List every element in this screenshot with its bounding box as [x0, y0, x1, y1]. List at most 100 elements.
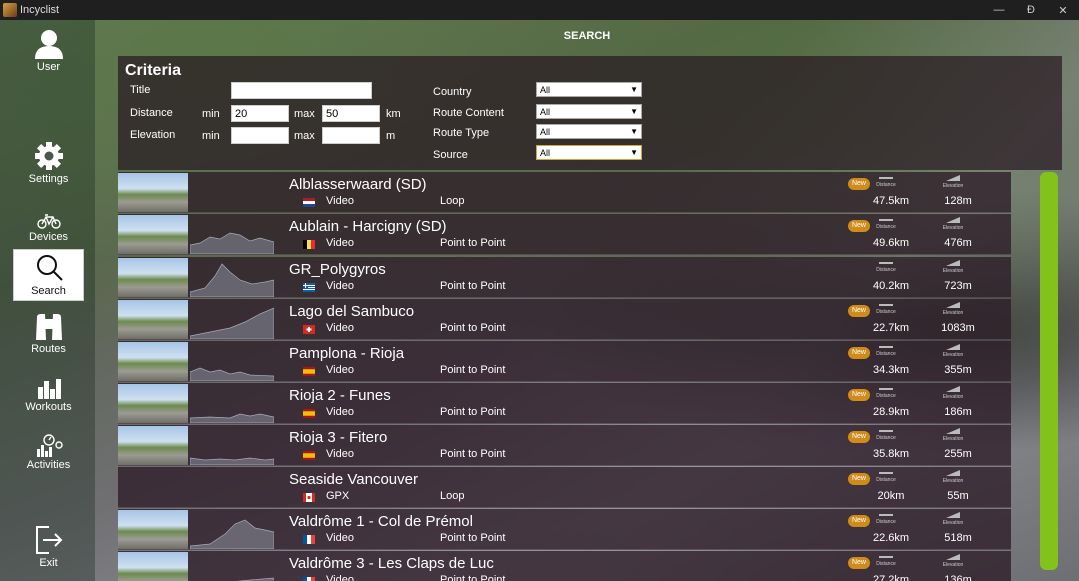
route-elevation: 518m [944, 532, 972, 544]
route-name: Rioja 2 - Funes [289, 387, 391, 404]
route-type: Point to Point [440, 448, 506, 460]
ruler-icon [879, 430, 893, 432]
elevation-caption: Elevation [942, 394, 964, 400]
route-type-label: Route Type [433, 127, 490, 139]
elevation-profile [190, 215, 274, 254]
route-elevation: 355m [944, 364, 972, 376]
route-distance: 22.6km [872, 532, 910, 544]
route-content-select[interactable]: All ▼ [536, 104, 642, 119]
route-name: Seaside Vancouver [289, 471, 418, 488]
route-type: Point to Point [440, 406, 506, 418]
elevation-stat-label: Elevation [933, 260, 973, 274]
distance-min-label: min [202, 108, 220, 120]
route-name: Aublain - Harcigny (SD) [289, 218, 447, 235]
route-distance: 22.7km [872, 322, 910, 334]
route-name: GR_Polygyros [289, 261, 386, 278]
route-elevation: 186m [944, 406, 972, 418]
nav-item-workouts[interactable]: Workouts [13, 364, 84, 416]
route-thumbnail [118, 173, 188, 212]
route-elevation: 723m [944, 280, 972, 292]
elevation-caption: Elevation [942, 225, 964, 231]
elevation-unit: m [386, 130, 396, 142]
route-elevation: 1083m [941, 322, 975, 334]
nav-item-user[interactable]: User [13, 24, 84, 76]
route-source: Video [326, 195, 354, 207]
distance-label: Distance [130, 107, 173, 119]
country-flag-icon [303, 325, 315, 334]
route-type: Point to Point [440, 280, 506, 292]
route-row[interactable]: Alblasserwaard (SD) Video Loop New Distance E… [118, 172, 1011, 213]
route-thumbnail [118, 426, 188, 465]
country-flag-icon [303, 240, 315, 249]
route-row[interactable]: Pamplona - Rioja Video Point to Point New Di… [118, 341, 1011, 382]
route-distance: 27.2km [872, 574, 910, 581]
nav-item-search[interactable]: Search [13, 249, 84, 301]
route-name: Alblasserwaard (SD) [289, 176, 427, 193]
distance-stat-label: Distance [866, 344, 906, 357]
country-flag-icon [303, 409, 315, 418]
route-source: Video [326, 574, 354, 581]
route-row[interactable]: Valdrôme 3 - Les Claps de Luc Video Point … [118, 551, 1011, 581]
route-thumbnail [118, 300, 188, 339]
nav-item-exit[interactable]: Exit [13, 520, 84, 572]
route-row[interactable]: GR_Polygyros Video Point to Point Distance E… [118, 257, 1011, 298]
elevation-max-input[interactable] [322, 127, 380, 144]
elevation-profile [190, 300, 274, 339]
route-elevation: 55m [947, 490, 969, 502]
route-row[interactable]: Rioja 3 - Fitero Video Point to Point New Di… [118, 425, 1011, 466]
minimize-button[interactable]: — [983, 4, 1015, 16]
distance-caption: Distance [876, 224, 896, 230]
country-flag-icon [303, 283, 315, 292]
route-row[interactable]: Aublain - Harcigny (SD) Video Point to Poi… [118, 214, 1011, 255]
nav-label-exit: Exit [39, 557, 58, 569]
nav-label-search: Search [31, 285, 66, 297]
restore-button[interactable]: Ɖ [1015, 4, 1047, 16]
elevation-caption: Elevation [942, 520, 964, 526]
ruler-icon [879, 262, 893, 264]
route-elevation: 476m [944, 237, 972, 249]
elevation-icon [946, 386, 960, 392]
route-type-select[interactable]: All ▼ [536, 124, 642, 139]
route-thumbnail [118, 258, 188, 297]
route-name: Valdrôme 1 - Col de Prémol [289, 513, 473, 530]
country-flag-icon [303, 577, 315, 581]
nav-item-activities[interactable]: Activities [13, 422, 84, 474]
route-thumbnail [118, 468, 188, 507]
route-content-select-value: All [540, 107, 551, 117]
distance-caption: Distance [876, 561, 896, 567]
country-select[interactable]: All ▼ [536, 82, 642, 97]
route-name: Valdrôme 3 - Les Claps de Luc [289, 555, 494, 572]
nav-item-settings[interactable]: Settings [13, 136, 84, 188]
route-source: Video [326, 448, 354, 460]
route-source: Video [326, 280, 354, 292]
elevation-profile [190, 384, 274, 423]
close-button[interactable]: ✕ [1047, 4, 1079, 17]
source-select[interactable]: All ▼ [536, 145, 642, 160]
distance-max-input[interactable] [322, 105, 380, 122]
distance-caption: Distance [876, 435, 896, 441]
elevation-icon [946, 175, 960, 181]
bicycle-icon [36, 213, 61, 229]
route-row[interactable]: Valdrôme 1 - Col de Prémol Video Point to … [118, 509, 1011, 550]
route-source: Video [326, 406, 354, 418]
route-distance: 49.6km [872, 237, 910, 249]
elevation-caption: Elevation [942, 478, 964, 484]
distance-min-input[interactable] [231, 105, 289, 122]
elevation-min-input[interactable] [231, 127, 289, 144]
chevron-down-icon: ▼ [630, 85, 638, 94]
distance-stat-label: Distance [866, 428, 906, 441]
title-input[interactable] [231, 82, 372, 99]
route-type: Loop [440, 490, 465, 502]
elevation-caption: Elevation [942, 310, 964, 316]
nav-item-routes[interactable]: Routes [13, 306, 84, 358]
route-list-scrollbar[interactable] [1040, 172, 1058, 570]
elevation-icon [946, 512, 960, 518]
nav-item-devices[interactable]: Devices [13, 194, 84, 246]
route-row[interactable]: Lago del Sambuco Video Point to Point New Di… [118, 299, 1011, 340]
elevation-stat-label: Elevation [933, 554, 973, 568]
route-row[interactable]: Rioja 2 - Funes Video Point to Point New Dis… [118, 383, 1011, 424]
user-icon [34, 29, 64, 59]
ruler-icon [879, 346, 893, 348]
route-row[interactable]: Seaside Vancouver GPX Loop New Distance Eleva… [118, 467, 1011, 508]
nav-label-activities: Activities [26, 459, 71, 471]
